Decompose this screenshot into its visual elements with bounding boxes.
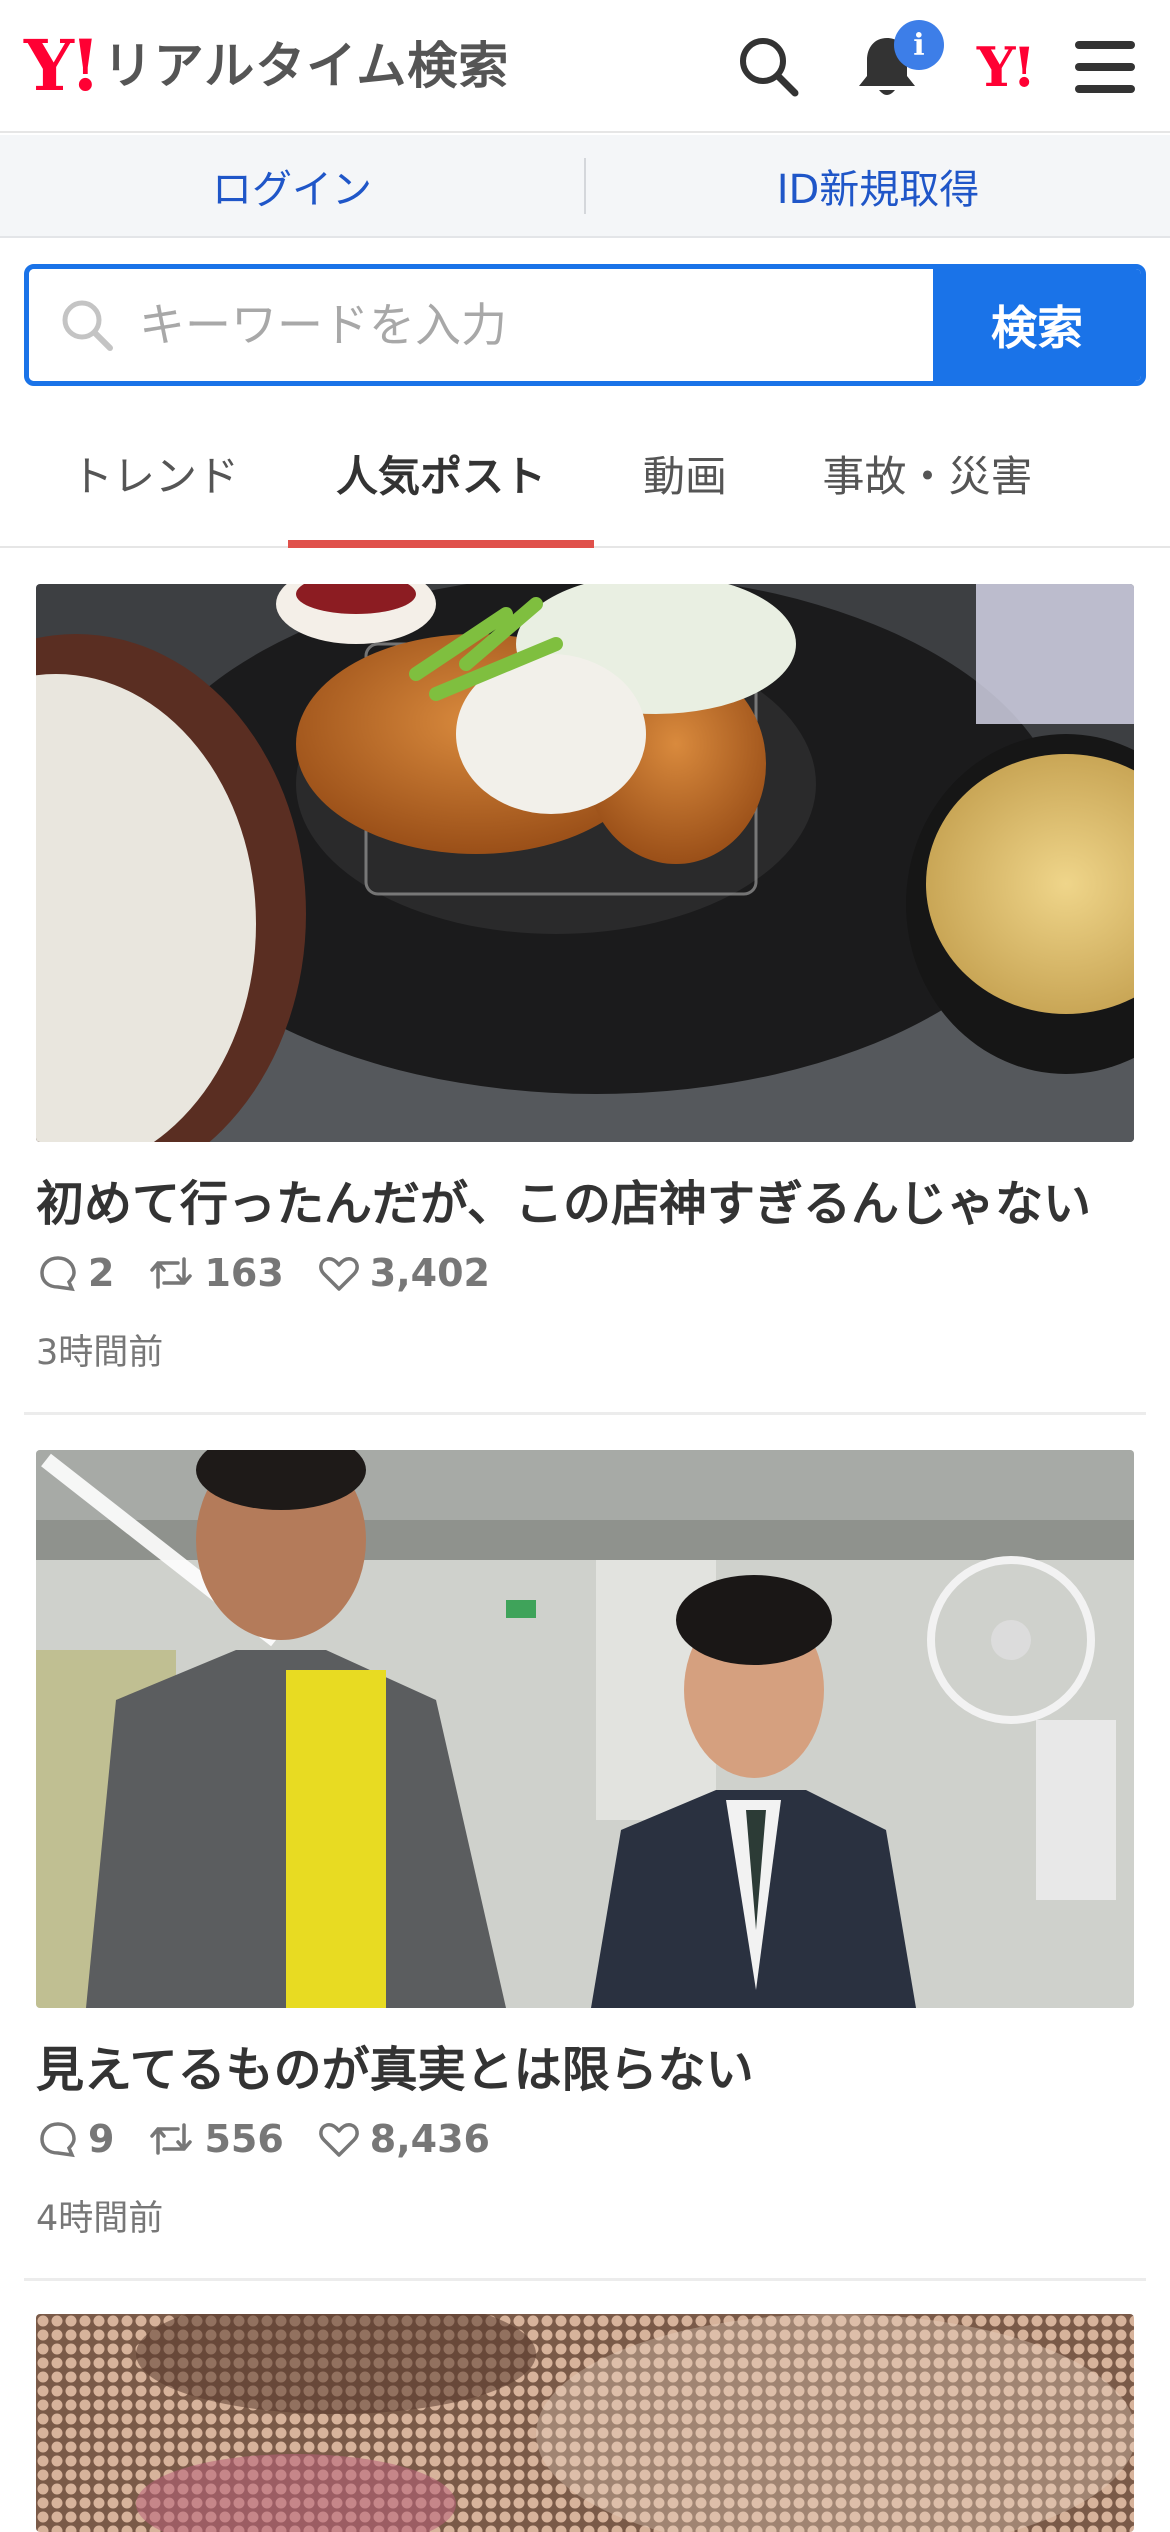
tab-video[interactable]: 動画 <box>610 400 760 546</box>
post-title[interactable]: 初めて行ったんだが、この店神すぎるんじゃない <box>36 1164 1134 1234</box>
reply-count-value: 2 <box>88 1251 115 1295</box>
header: Y! リアルタイム検索 i Y! <box>0 0 1170 133</box>
post-timestamp: 4時間前 <box>36 2199 164 2239</box>
like-count[interactable]: 8,436 <box>318 2117 490 2161</box>
tab-popular-posts[interactable]: 人気ポスト <box>288 400 594 548</box>
search-field <box>29 269 939 381</box>
like-count[interactable]: 3,402 <box>318 1251 490 1295</box>
reply-icon <box>40 2122 76 2158</box>
yahoo-realtime-logo[interactable]: Y! リアルタイム検索 <box>24 26 509 106</box>
repost-count[interactable]: 556 <box>148 2117 284 2161</box>
search-icon <box>62 300 113 351</box>
post-stats: 2 163 3,402 <box>38 1248 524 1298</box>
active-tab-indicator <box>288 540 594 548</box>
repost-count-value: 556 <box>204 2117 284 2161</box>
repost-icon <box>150 1257 193 1289</box>
tab-accident-disaster[interactable]: 事故・災害 <box>790 400 1065 546</box>
yahoo-mark-icon: Y! <box>976 35 1036 99</box>
login-bar: ログイン ID新規取得 <box>0 135 1170 238</box>
search-button[interactable]: 検索 <box>933 269 1141 381</box>
search-input[interactable] <box>139 269 939 381</box>
heart-icon <box>318 1257 359 1291</box>
repost-count-value: 163 <box>204 1251 284 1295</box>
post-divider <box>24 1412 1146 1415</box>
post-title[interactable]: 見えてるものが真実とは限らない <box>36 2030 1134 2100</box>
signup-link[interactable]: ID新規取得 <box>586 157 1170 215</box>
logo-title: リアルタイム検索 <box>102 37 510 95</box>
search-form: 検索 <box>24 264 1146 386</box>
post-image[interactable] <box>36 584 1134 1142</box>
post-stats: 9 556 8,436 <box>38 2114 524 2164</box>
reply-icon <box>40 1256 76 1292</box>
repost-count[interactable]: 163 <box>148 1251 284 1295</box>
tab-trend[interactable]: トレンド <box>40 400 270 546</box>
like-count-value: 8,436 <box>369 2117 490 2161</box>
post-divider <box>24 2278 1146 2281</box>
repost-icon <box>150 2123 193 2155</box>
post-timestamp: 3時間前 <box>36 1333 164 1373</box>
post-image[interactable] <box>36 2314 1134 2532</box>
yahoo-japan-top-link[interactable]: Y! <box>960 22 1050 112</box>
reply-count[interactable]: 9 <box>38 2117 114 2161</box>
tab-bar: トレンド 人気ポスト 動画 事故・災害 <box>0 400 1170 548</box>
reply-count[interactable]: 2 <box>38 1251 114 1295</box>
heart-icon <box>318 2123 359 2157</box>
hamburger-menu-icon[interactable] <box>1060 22 1150 112</box>
notification-badge: i <box>894 20 944 70</box>
like-count-value: 3,402 <box>369 1251 490 1295</box>
post-image[interactable] <box>36 1450 1134 2008</box>
login-link[interactable]: ログイン <box>0 157 584 215</box>
yahoo-logo-mark: Y! <box>24 24 101 107</box>
notification-bell-button[interactable]: i <box>842 20 944 112</box>
search-icon[interactable] <box>724 22 814 112</box>
tab-popular-label: 人気ポスト <box>335 451 546 501</box>
reply-count-value: 9 <box>88 2117 115 2161</box>
